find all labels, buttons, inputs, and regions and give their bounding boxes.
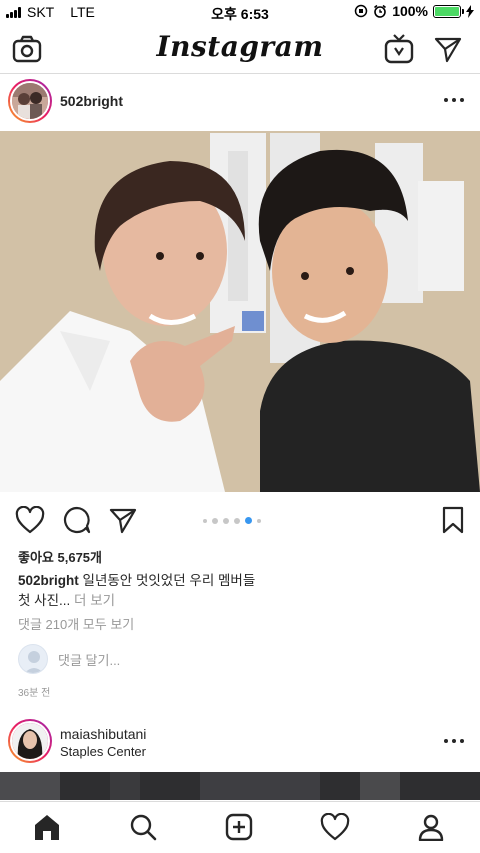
post-time-ago: 36분 전 [18, 688, 51, 699]
orientation-lock-icon [354, 4, 368, 18]
direct-message-icon[interactable] [432, 33, 464, 65]
search-icon[interactable] [127, 811, 159, 843]
next-post-more-options-icon[interactable] [444, 739, 464, 745]
next-post-location[interactable]: Staples Center [60, 744, 146, 759]
profile-icon[interactable] [415, 811, 447, 843]
post-caption: 502bright 일년동안 멋잇었던 우리 멤버들 첫 사진... 더 보기 [18, 571, 438, 611]
like-heart-icon[interactable] [14, 504, 46, 536]
post-username[interactable]: 502bright [60, 93, 123, 109]
post-photo[interactable] [0, 131, 480, 492]
next-post-photo[interactable] [0, 772, 480, 800]
status-right: 100% [354, 3, 474, 19]
caption-more-link[interactable]: 더 보기 [74, 593, 115, 608]
add-comment-placeholder[interactable]: 댓글 달기... [58, 650, 120, 669]
share-icon[interactable] [107, 504, 139, 536]
avatar[interactable] [8, 79, 52, 123]
save-bookmark-icon[interactable] [437, 504, 469, 536]
carousel-indicator [203, 517, 261, 524]
charging-bolt-icon [466, 4, 474, 18]
next-post-username[interactable]: maiashibutani [60, 726, 146, 742]
post-actions [0, 500, 480, 540]
battery-percent: 100% [392, 3, 428, 19]
current-user-avatar [18, 644, 48, 674]
home-icon[interactable] [31, 811, 63, 843]
new-post-icon[interactable] [223, 811, 255, 843]
status-bar: SKT LTE 오후 6:53 100% [0, 0, 480, 24]
add-comment-row[interactable]: 댓글 달기... [18, 644, 120, 674]
carousel-dot [234, 517, 240, 524]
next-post-avatar[interactable] [8, 719, 52, 763]
igtv-icon[interactable] [383, 33, 415, 65]
alarm-icon [374, 4, 387, 18]
view-all-comments-link[interactable]: 댓글 210개 모두 보기 [18, 614, 134, 633]
post-header: 502bright [0, 74, 480, 132]
likes-count[interactable]: 좋아요 5,675개 [18, 547, 102, 566]
carousel-dot [223, 517, 229, 524]
caption-text-line1: 일년동안 멋잇었던 우리 멤버들 [82, 573, 256, 588]
battery-icon [433, 4, 464, 18]
carousel-dot [212, 517, 218, 524]
more-options-icon[interactable] [444, 98, 464, 104]
activity-heart-icon[interactable] [319, 811, 351, 843]
next-post-header: maiashibutani Staples Center [0, 712, 480, 770]
caption-text-line2: 첫 사진... [18, 593, 71, 608]
carousel-dot [257, 518, 261, 523]
caption-username[interactable]: 502bright [18, 573, 79, 588]
carousel-dot [245, 517, 252, 524]
comment-icon[interactable] [61, 504, 93, 536]
bottom-nav [0, 801, 480, 853]
carousel-dot [203, 518, 207, 523]
top-nav: Instagram [0, 24, 480, 74]
